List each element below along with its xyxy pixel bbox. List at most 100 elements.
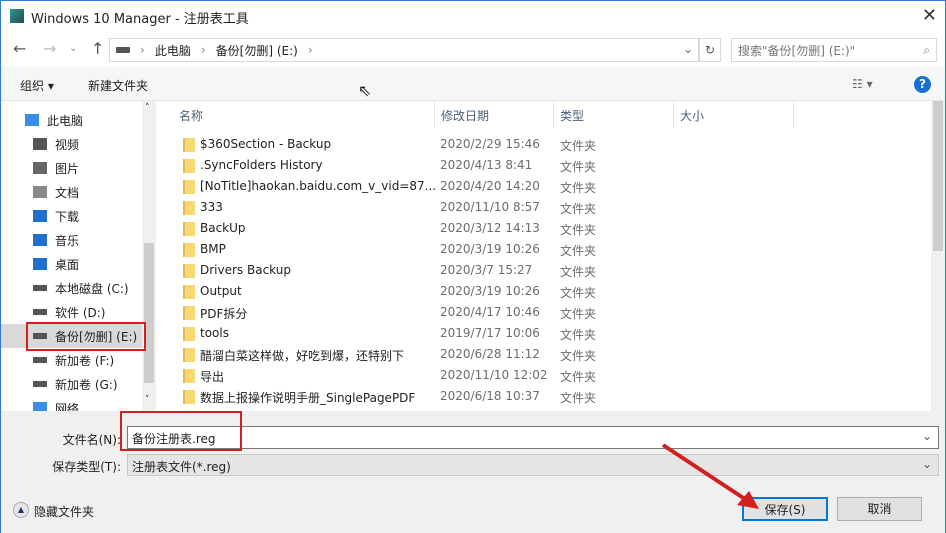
scroll-down-icon[interactable]: ˅ bbox=[145, 395, 150, 405]
folder-icon bbox=[183, 159, 195, 173]
up-icon[interactable]: ↑ bbox=[91, 39, 104, 58]
file-row[interactable]: PDF拆分 2020/4/17 10:46 文件夹 bbox=[159, 302, 929, 323]
folder-icon bbox=[183, 369, 195, 383]
folder-icon bbox=[183, 285, 195, 299]
file-type: 文件夹 bbox=[560, 244, 597, 258]
file-type: 文件夹 bbox=[560, 160, 597, 174]
file-name: Output bbox=[200, 284, 242, 298]
file-list: 名称 ^ 修改日期 类型 大小 $360Section - Backup 2020… bbox=[159, 101, 931, 411]
file-type: 文件夹 bbox=[560, 265, 597, 279]
file-row[interactable]: 醋溜白菜这样做，好吃到爆，还特别下 2020/6/28 11:12 文件夹 bbox=[159, 344, 929, 365]
search-icon: ⌕ bbox=[923, 42, 930, 57]
file-list-scrollbar[interactable] bbox=[931, 101, 945, 411]
file-row[interactable]: Output 2020/3/19 10:26 文件夹 bbox=[159, 281, 929, 302]
close-button[interactable]: ✕ bbox=[922, 5, 937, 26]
folder-icon bbox=[183, 327, 195, 341]
address-dropdown-icon[interactable]: ⌄ bbox=[683, 42, 693, 56]
sidebar-item[interactable]: 新加卷 (G:) bbox=[1, 372, 142, 396]
hide-folders-button[interactable]: 隐藏文件夹 bbox=[34, 503, 94, 520]
sidebar-item[interactable]: 下载 bbox=[1, 204, 142, 228]
cancel-button[interactable]: 取消 bbox=[837, 497, 922, 521]
navigation-pane: 此电脑 视频 图片 文档 下载 音乐 桌面 本地磁盘 (C:) 软件 (D:) 备份[勿删] (E… bbox=[1, 101, 156, 411]
file-type: 文件夹 bbox=[560, 181, 597, 195]
organize-button[interactable]: 组织 ▾ bbox=[20, 77, 54, 94]
file-type: 文件夹 bbox=[560, 391, 597, 405]
file-row[interactable]: 导出 2020/11/10 12:02 文件夹 bbox=[159, 365, 929, 386]
forward-icon[interactable]: → bbox=[43, 39, 56, 58]
sidebar-item[interactable]: 本地磁盘 (C:) bbox=[1, 276, 142, 300]
search-box[interactable]: 搜索"备份[勿删] (E:)" ⌕ bbox=[731, 38, 937, 62]
file-row[interactable]: 数据上报操作说明手册_SinglePagePDF 2020/6/18 10:37 文… bbox=[159, 386, 929, 407]
file-row[interactable]: 333 2020/11/10 8:57 文件夹 bbox=[159, 197, 929, 218]
sidebar-item[interactable]: 此电脑 bbox=[1, 108, 142, 132]
sidebar-item[interactable]: 新加卷 (F:) bbox=[1, 348, 142, 372]
file-date: 2020/2/29 15:46 bbox=[440, 137, 540, 151]
file-row[interactable]: BackUp 2020/3/12 14:13 文件夹 bbox=[159, 218, 929, 239]
sidebar-item[interactable]: 网络 bbox=[1, 396, 142, 411]
file-date: 2020/3/19 10:26 bbox=[440, 242, 540, 256]
file-row[interactable]: tools 2019/7/17 10:06 文件夹 bbox=[159, 323, 929, 344]
picture-icon bbox=[33, 162, 47, 174]
save-type-value: 注册表文件(*.reg) bbox=[132, 460, 231, 474]
save-type-select[interactable]: 注册表文件(*.reg) ⌄ bbox=[127, 454, 939, 476]
filename-input[interactable]: 备份注册表.reg ⌄ bbox=[127, 426, 939, 449]
folder-icon bbox=[183, 243, 195, 257]
sidebar-item[interactable]: 软件 (D:) bbox=[1, 300, 142, 324]
file-row[interactable]: Drivers Backup 2020/3/7 15:27 文件夹 bbox=[159, 260, 929, 281]
file-row[interactable]: $360Section - Backup 2020/2/29 15:46 文件夹 bbox=[159, 134, 929, 155]
file-name: 导出 bbox=[200, 370, 225, 384]
sidebar-item[interactable]: 桌面 bbox=[1, 252, 142, 276]
column-size[interactable]: 大小 bbox=[674, 101, 794, 128]
scroll-thumb[interactable] bbox=[144, 243, 154, 383]
file-type: 文件夹 bbox=[560, 307, 597, 321]
sidebar-item[interactable]: 文档 bbox=[1, 180, 142, 204]
file-date: 2020/4/13 8:41 bbox=[440, 158, 533, 172]
sidebar-item-label: 桌面 bbox=[55, 257, 80, 272]
file-type: 文件夹 bbox=[560, 328, 597, 342]
breadcrumb-this-pc[interactable]: 此电脑 bbox=[155, 42, 191, 59]
view-options-icon[interactable]: ☷ ▾ bbox=[852, 77, 873, 91]
file-date: 2020/6/28 11:12 bbox=[440, 347, 540, 361]
chevron-right-icon: › bbox=[140, 43, 145, 57]
file-name: .SyncFolders History bbox=[200, 158, 323, 172]
sidebar-scrollbar[interactable]: ˄ ˅ bbox=[142, 101, 156, 411]
sidebar-item-label: 下载 bbox=[55, 209, 80, 224]
sidebar-item-label: 图片 bbox=[55, 161, 80, 176]
sidebar-item-label: 网络 bbox=[55, 401, 80, 412]
recent-dropdown-icon[interactable]: ⌄ bbox=[69, 43, 77, 54]
sidebar-item[interactable]: 视频 bbox=[1, 132, 142, 156]
file-row[interactable]: .SyncFolders History 2020/4/13 8:41 文件夹 bbox=[159, 155, 929, 176]
back-icon[interactable]: ← bbox=[13, 39, 26, 58]
video-icon bbox=[33, 138, 47, 150]
download-icon bbox=[33, 210, 47, 222]
address-bar[interactable]: › 此电脑 › 备份[勿删] (E:) › bbox=[109, 38, 699, 62]
drive-icon bbox=[33, 309, 47, 315]
sidebar-item-label: 此电脑 bbox=[47, 113, 84, 128]
column-type[interactable]: 类型 bbox=[554, 101, 674, 128]
file-name: tools bbox=[200, 326, 229, 340]
collapse-icon[interactable]: ▲ bbox=[13, 502, 29, 518]
sidebar-item-label: 本地磁盘 (C:) bbox=[55, 281, 129, 296]
breadcrumb-drive-e[interactable]: 备份[勿删] (E:) bbox=[216, 42, 298, 59]
save-dialog: Windows 10 Manager - 注册表工具 ✕ ← → ⌄ ↑ › 此… bbox=[0, 0, 946, 533]
file-date: 2019/7/17 10:06 bbox=[440, 326, 540, 340]
file-row[interactable]: [NoTitle]haokan.baidu.com_v_vid=87... 202… bbox=[159, 176, 929, 197]
drive-icon bbox=[33, 285, 47, 291]
scroll-up-icon[interactable]: ˄ bbox=[145, 103, 150, 113]
desktop-icon bbox=[33, 258, 47, 270]
sidebar-item[interactable]: 图片 bbox=[1, 156, 142, 180]
file-row[interactable]: BMP 2020/3/19 10:26 文件夹 bbox=[159, 239, 929, 260]
help-button[interactable]: ? bbox=[914, 76, 931, 93]
column-date[interactable]: 修改日期 bbox=[435, 101, 554, 128]
chevron-right-icon: › bbox=[307, 43, 313, 57]
scroll-thumb[interactable] bbox=[933, 101, 943, 251]
music-icon bbox=[33, 234, 47, 246]
search-input[interactable]: 搜索"备份[勿删] (E:)" bbox=[738, 42, 855, 59]
caret-down-icon: ▾ bbox=[47, 79, 54, 93]
sidebar-item[interactable]: 音乐 bbox=[1, 228, 142, 252]
refresh-button[interactable]: ↻ bbox=[699, 38, 721, 62]
file-date: 2020/3/12 14:13 bbox=[440, 221, 540, 235]
file-name: [NoTitle]haokan.baidu.com_v_vid=87... bbox=[200, 179, 437, 193]
chevron-down-icon[interactable]: ⌄ bbox=[922, 429, 932, 443]
new-folder-button[interactable]: 新建文件夹 bbox=[88, 77, 148, 94]
